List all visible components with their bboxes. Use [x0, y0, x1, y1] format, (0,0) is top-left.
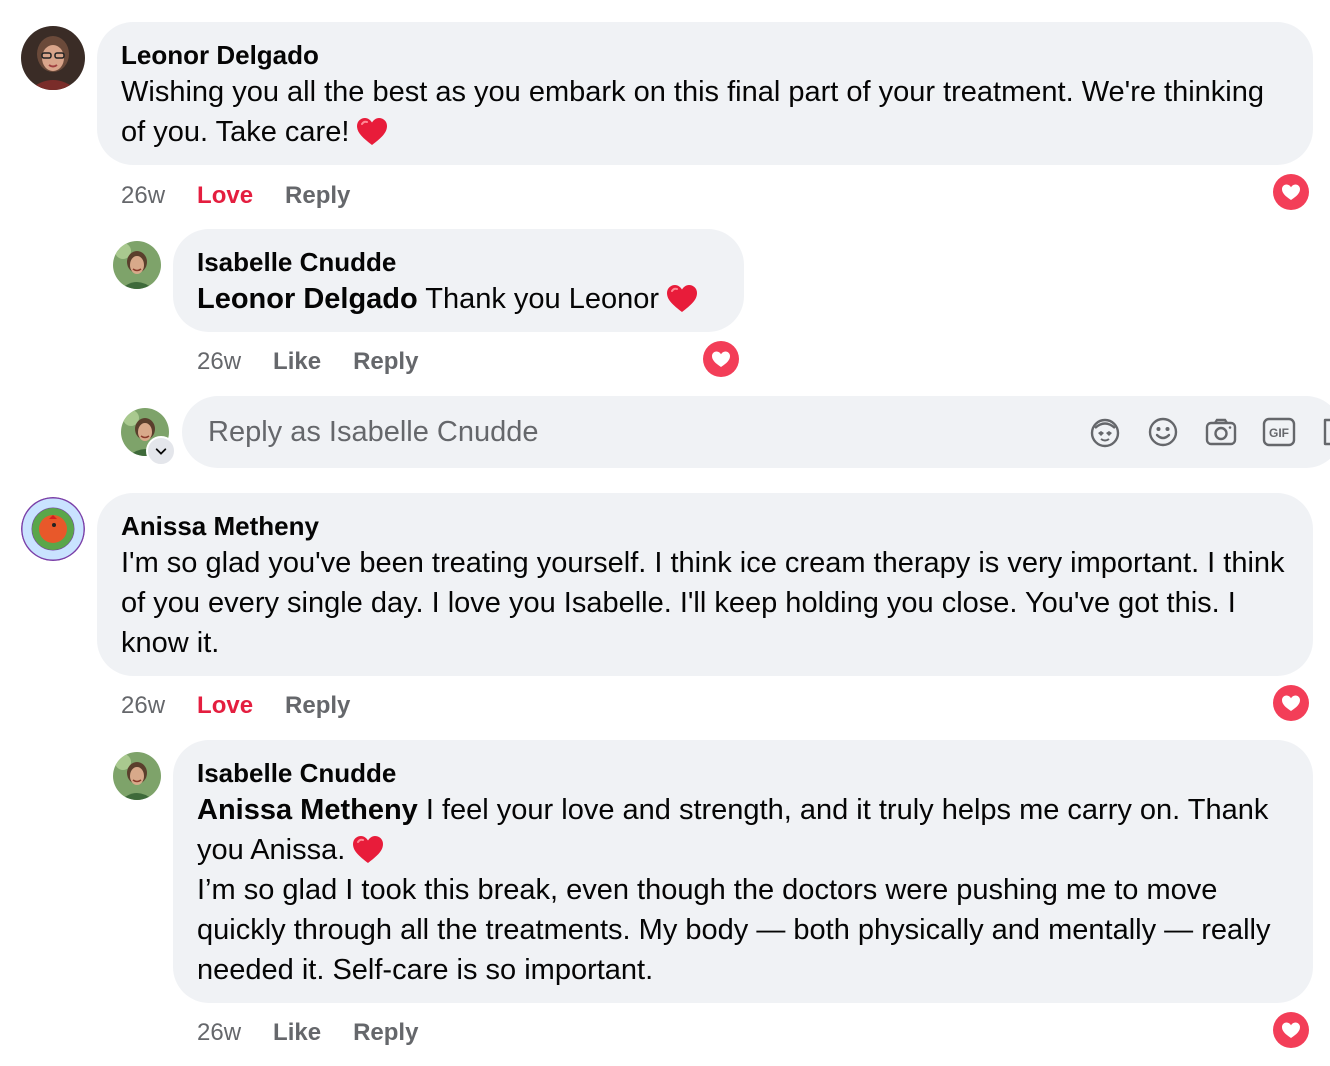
avatar-sticker-icon[interactable] [1087, 414, 1123, 450]
comment-actions: 26w Love Reply [121, 181, 350, 211]
love-button[interactable]: Love [197, 181, 253, 211]
mention-link[interactable]: Leonor Delgado [197, 283, 418, 315]
chevron-down-icon[interactable] [146, 436, 176, 466]
like-button[interactable]: Like [273, 347, 321, 377]
reply-timestamp[interactable]: 26w [197, 347, 241, 377]
comment-bubble: Anissa Metheny I'm so glad you've been t… [97, 493, 1313, 676]
mention-link[interactable]: Anissa Metheny [197, 794, 418, 826]
reply-button[interactable]: Reply [353, 347, 418, 377]
reply-button[interactable]: Reply [353, 1018, 418, 1048]
heart-emoji-icon [355, 117, 389, 147]
heart-emoji-icon [351, 835, 385, 865]
comment-text: I'm so glad you've been treating yoursel… [121, 547, 1285, 659]
reply-timestamp[interactable]: 26w [197, 1018, 241, 1048]
reply-button[interactable]: Reply [285, 691, 350, 721]
avatar-isabelle-cnudde[interactable] [113, 241, 161, 289]
composer-tools: GIF [1087, 414, 1330, 450]
camera-icon[interactable] [1203, 414, 1239, 450]
comment-author[interactable]: Leonor Delgado [121, 40, 1289, 70]
reply-button[interactable]: Reply [285, 181, 350, 211]
avatar-leonor-delgado[interactable] [21, 26, 85, 90]
emoji-icon[interactable] [1145, 414, 1181, 450]
like-button[interactable]: Like [273, 1018, 321, 1048]
reply-composer[interactable]: GIF [182, 396, 1330, 468]
comment-timestamp[interactable]: 26w [121, 181, 165, 211]
reply-text-paragraph: I’m so glad I took this break, even thou… [197, 874, 1271, 986]
reply-text: Anissa Metheny I feel your love and stre… [197, 794, 1269, 866]
svg-text:GIF: GIF [1269, 426, 1289, 440]
comment-text: Wishing you all the best as you embark o… [121, 76, 1265, 148]
reply-author[interactable]: Isabelle Cnudde [197, 758, 1289, 788]
reply-bubble: Isabelle Cnudde Anissa Metheny I feel yo… [173, 740, 1313, 1003]
avatar-anissa-metheny[interactable] [21, 497, 85, 561]
love-reaction-icon[interactable] [1272, 684, 1310, 722]
sticker-icon[interactable] [1319, 414, 1330, 450]
comment-timestamp[interactable]: 26w [121, 691, 165, 721]
love-reaction-icon[interactable] [1272, 173, 1310, 211]
comment-author[interactable]: Anissa Metheny [121, 511, 1289, 541]
love-reaction-icon[interactable] [702, 340, 740, 378]
avatar-isabelle-cnudde[interactable] [113, 752, 161, 800]
reply-bubble: Isabelle Cnudde Leonor Delgado Thank you… [173, 229, 744, 332]
gif-icon[interactable]: GIF [1261, 414, 1297, 450]
reply-input[interactable] [206, 414, 1010, 450]
reply-author[interactable]: Isabelle Cnudde [197, 247, 720, 277]
reply-actions: 26w Like Reply [197, 1018, 418, 1048]
comment-actions: 26w Love Reply [121, 691, 350, 721]
love-button[interactable]: Love [197, 691, 253, 721]
love-reaction-icon[interactable] [1272, 1011, 1310, 1049]
reply-actions: 26w Like Reply [197, 347, 418, 377]
comment-bubble: Leonor Delgado Wishing you all the best … [97, 22, 1313, 165]
reply-text: Leonor Delgado Thank you Leonor [197, 279, 720, 319]
heart-emoji-icon [665, 284, 699, 314]
